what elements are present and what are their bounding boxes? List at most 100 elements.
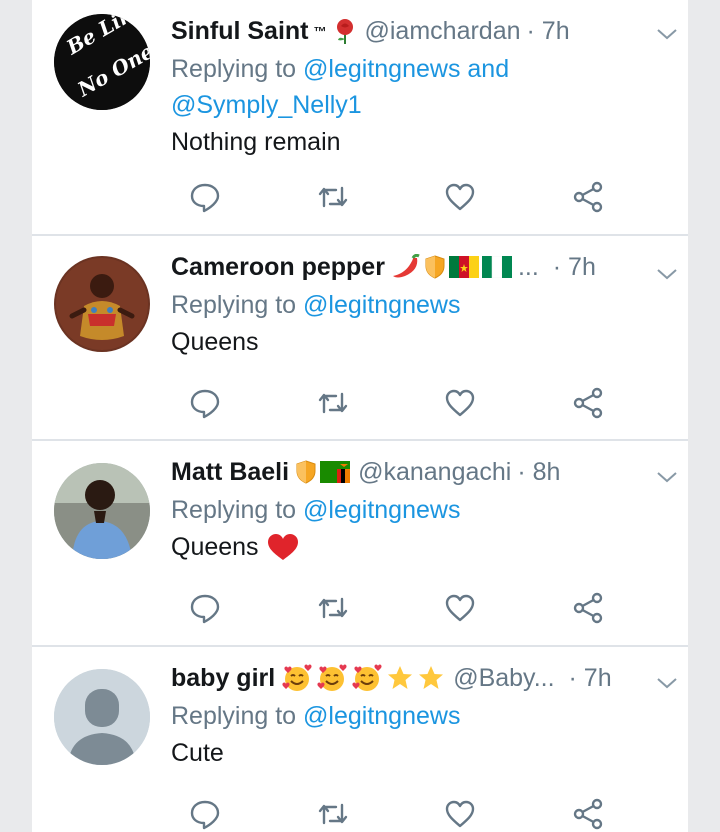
nigeria-flag-icon (481, 256, 512, 278)
heart-icon (445, 594, 475, 622)
star-icon (388, 666, 413, 689)
avatar[interactable] (54, 256, 150, 352)
share-icon (573, 798, 603, 830)
replying-to: Replying to @legitngnews (171, 492, 671, 528)
share-button[interactable] (571, 797, 605, 831)
tweet-text-content: Nothing remain (171, 128, 341, 156)
tweet-actions (171, 386, 603, 426)
reply-icon (190, 800, 220, 830)
tweet-header: Cameroon pepper ... · 7h (171, 250, 611, 284)
avatar-logo: Be Like No One! (54, 14, 150, 110)
tweet-header: Sinful Saint ™ @iamchardan · 7h (171, 14, 611, 48)
tweet-text: Queens (171, 528, 671, 566)
heart-icon (445, 183, 475, 211)
reply-icon (190, 389, 220, 419)
trademark-symbol: ™ (313, 23, 327, 39)
retweet-button[interactable] (316, 797, 350, 831)
retweet-button[interactable] (316, 386, 350, 420)
chili-pepper-icon (392, 254, 420, 278)
share-button[interactable] (571, 180, 605, 214)
user-handle[interactable]: @kanangachi (358, 455, 511, 489)
tweet-header: Matt Baeli @kanangachi · 8h (171, 455, 611, 489)
tweet-text: Cute (171, 734, 671, 772)
reply-button[interactable] (188, 180, 222, 214)
name-emojis (391, 254, 512, 280)
name-emojis (295, 459, 351, 485)
timestamp[interactable]: · 7h (527, 14, 570, 48)
star-icon (419, 666, 444, 689)
replying-to-label: Replying to (171, 291, 297, 319)
timestamp[interactable]: · 7h (569, 661, 612, 695)
reply-button[interactable] (188, 797, 222, 831)
tweet-actions (171, 180, 603, 220)
share-icon (573, 181, 603, 213)
timestamp[interactable]: · 7h (553, 250, 596, 284)
user-handle[interactable]: @Baby... (453, 661, 554, 695)
timestamp[interactable]: · 8h (517, 455, 560, 489)
avatar[interactable] (54, 669, 150, 765)
tweet-text-content: Cute (171, 739, 224, 767)
replying-to: Replying to @legitngnews (171, 287, 671, 323)
retweet-icon (318, 392, 348, 414)
smiling-face-with-hearts-icon (282, 664, 312, 691)
like-button[interactable] (443, 797, 477, 831)
replying-to: Replying to @legitngnews and @Symply_Nel… (171, 51, 671, 123)
mention-links[interactable]: @legitngnews (303, 496, 460, 524)
replying-to: Replying to @legitngnews (171, 698, 671, 734)
cameroon-flag-icon (448, 256, 479, 278)
shield-icon (425, 255, 445, 279)
mention-links[interactable]: @legitngnews (303, 291, 460, 319)
reply-button[interactable] (188, 591, 222, 625)
name-emojis (281, 664, 445, 692)
retweet-icon (318, 186, 348, 208)
avatar[interactable]: Be Like No One! (54, 14, 150, 110)
share-icon (573, 387, 603, 419)
tweet-header: baby girl @Baby... · 7h (171, 661, 612, 695)
tweet-actions (171, 591, 603, 631)
like-button[interactable] (443, 180, 477, 214)
tweet[interactable]: Be Like No One! Sinful Saint ™ @iamchard… (32, 0, 688, 236)
retweet-button[interactable] (316, 180, 350, 214)
default-avatar-icon (54, 669, 150, 765)
tweet-text: Queens (171, 323, 671, 361)
share-button[interactable] (571, 386, 605, 420)
chevron-down-icon[interactable] (655, 465, 679, 489)
rose-icon (336, 19, 353, 44)
tweet-actions (171, 797, 603, 832)
user-handle[interactable]: @iamchardan (365, 14, 521, 48)
replying-to-label: Replying to (171, 55, 297, 83)
smiling-face-with-hearts-icon (352, 664, 382, 691)
share-button[interactable] (571, 591, 605, 625)
avatar-photo (54, 463, 150, 559)
name-emojis (333, 17, 357, 45)
heart-icon (445, 800, 475, 828)
chevron-down-icon[interactable] (655, 22, 679, 46)
retweet-button[interactable] (316, 591, 350, 625)
retweet-icon (318, 597, 348, 619)
display-name[interactable]: Cameroon pepper (171, 250, 385, 284)
tweet[interactable]: baby girl @Baby... · 7h Replying to @leg… (32, 647, 688, 832)
avatar[interactable] (54, 463, 150, 559)
replying-to-label: Replying to (171, 496, 297, 524)
reply-icon (190, 594, 220, 624)
shield-icon (296, 460, 316, 484)
user-handle[interactable]: ... (518, 250, 539, 284)
mention-links[interactable]: @legitngnews (303, 702, 460, 730)
display-name[interactable]: Sinful Saint (171, 14, 309, 48)
display-name[interactable]: Matt Baeli (171, 455, 289, 489)
share-icon (573, 592, 603, 624)
tweet[interactable]: Cameroon pepper ... · 7h Replying to @le… (32, 236, 688, 441)
replying-to-label: Replying to (171, 702, 297, 730)
display-name[interactable]: baby girl (171, 661, 275, 695)
zambia-flag-icon (320, 461, 351, 483)
retweet-icon (318, 803, 348, 825)
reply-button[interactable] (188, 386, 222, 420)
like-button[interactable] (443, 591, 477, 625)
chevron-down-icon[interactable] (655, 262, 679, 286)
like-button[interactable] (443, 386, 477, 420)
red-heart-icon (267, 534, 298, 560)
tweet-text: Nothing remain (171, 123, 671, 161)
tweet[interactable]: Matt Baeli @kanangachi · 8h Replying to … (32, 441, 688, 647)
chevron-down-icon[interactable] (655, 671, 679, 695)
heart-icon (445, 389, 475, 417)
